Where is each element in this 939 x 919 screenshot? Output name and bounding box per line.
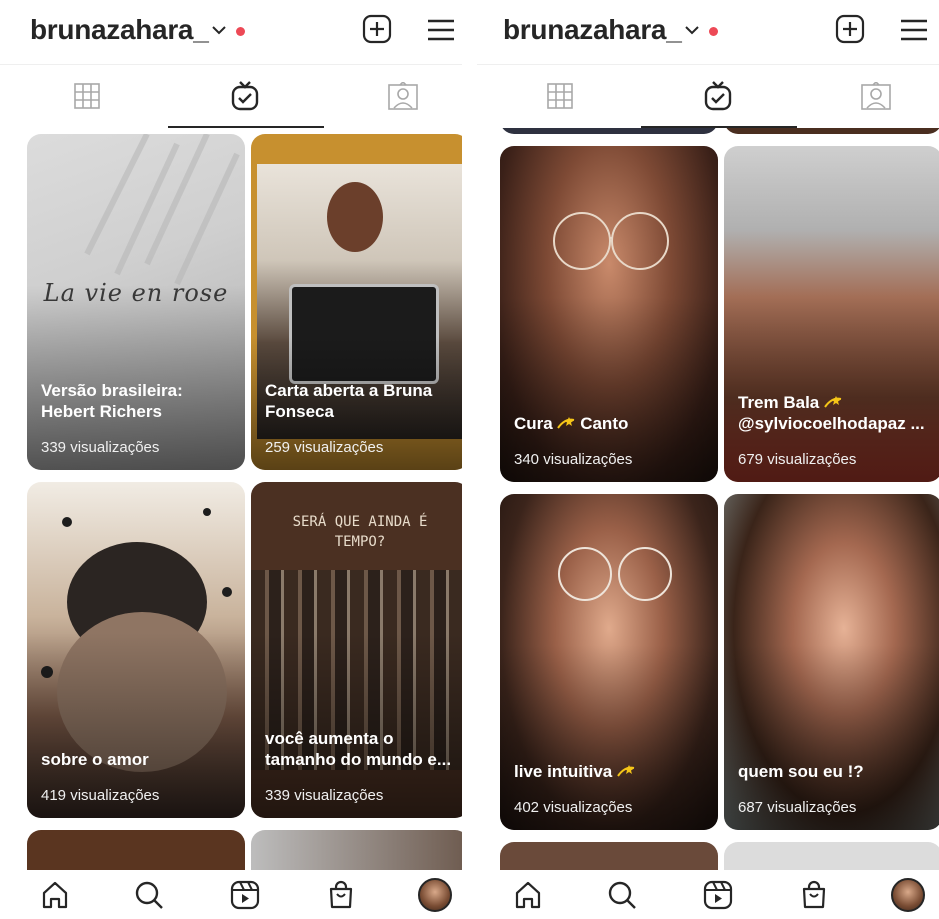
notification-dot (709, 27, 718, 36)
video-title: live intuitiva (514, 761, 708, 782)
chevron-down-icon[interactable] (684, 22, 700, 38)
profile-avatar[interactable] (891, 878, 925, 912)
top-bar: brunazahara_ (477, 0, 939, 62)
video-title: Versão brasileira: Hebert Richers (41, 381, 183, 421)
video-card[interactable] (251, 830, 462, 870)
view-count: 339 visualizações (41, 439, 160, 456)
view-count: 339 visualizações (265, 787, 384, 804)
tab-grid[interactable] (10, 65, 164, 127)
tab-tagged[interactable] (326, 65, 462, 127)
hamburger-menu-icon[interactable] (899, 16, 929, 44)
hamburger-menu-icon[interactable] (426, 16, 456, 44)
tab-grid[interactable] (483, 65, 637, 127)
video-card[interactable]: La vie en rose Versão brasileira: Hebert… (27, 134, 245, 470)
home-icon[interactable] (511, 878, 545, 912)
home-icon[interactable] (38, 878, 72, 912)
reels-icon[interactable] (701, 878, 735, 912)
profile-tabs (0, 64, 462, 128)
igtv-grid: La vie en rose Versão brasileira: Hebert… (0, 128, 462, 870)
video-card[interactable]: Carta aberta a Bruna Fonseca 259 visuali… (251, 134, 462, 470)
bottom-navigation (0, 870, 462, 919)
view-count: 340 visualizações (514, 451, 633, 468)
video-title: quem sou eu !? (738, 762, 864, 781)
video-card[interactable]: quem sou eu !? 687 visualizações (724, 494, 939, 830)
chevron-down-icon[interactable] (211, 22, 227, 38)
video-card[interactable] (724, 128, 939, 134)
video-title: você aumenta o tamanho do mundo e... (265, 729, 452, 769)
view-count: 259 visualizações (265, 439, 384, 456)
profile-avatar[interactable] (418, 878, 452, 912)
shop-bag-icon[interactable] (324, 878, 358, 912)
bottom-navigation (477, 870, 939, 919)
tagged-icon (388, 82, 418, 110)
video-card[interactable] (500, 128, 718, 134)
profile-screen-right: brunazahara_ Cura Canto 340 visualizaçõe… (477, 0, 939, 919)
view-count: 679 visualizações (738, 451, 857, 468)
view-count: 419 visualizações (41, 787, 160, 804)
tab-igtv[interactable] (641, 65, 795, 127)
profile-screen-left: brunazahara_ La vie en rose Versão brasi… (0, 0, 462, 919)
video-card[interactable]: Trem Bala @sylviocoelhodapaz ... 679 vis… (724, 146, 939, 482)
video-card[interactable]: sobre o amor 419 visualizações (27, 482, 245, 818)
plus-square-icon[interactable] (835, 14, 865, 44)
dizzy-emoji-icon (824, 396, 842, 408)
video-title: Trem Bala @sylviocoelhodapaz ... (738, 393, 925, 433)
dizzy-emoji-icon (617, 765, 635, 777)
igtv-icon (704, 81, 732, 111)
video-card[interactable]: Cura Canto 340 visualizações (500, 146, 718, 482)
video-card[interactable]: SERÁ QUE AINDA É TEMPO? você aumenta o t… (251, 482, 462, 818)
video-card[interactable] (724, 842, 939, 870)
video-title: sobre o amor (41, 750, 149, 769)
notification-dot (236, 27, 245, 36)
tagged-icon (861, 82, 891, 110)
video-title: Carta aberta a Bruna Fonseca (265, 381, 433, 421)
video-title: Cura Canto (514, 414, 629, 433)
grid-icon (74, 83, 100, 109)
video-card[interactable] (500, 842, 718, 870)
search-icon[interactable] (605, 878, 639, 912)
profile-tabs (477, 64, 939, 128)
igtv-grid: Cura Canto 340 visualizações Trem Bala @… (477, 128, 939, 870)
head-shape (327, 182, 383, 252)
tab-tagged[interactable] (799, 65, 939, 127)
overlay-text: SERÁ QUE AINDA É TEMPO? (292, 514, 428, 550)
dizzy-emoji-icon (557, 417, 575, 429)
username-title[interactable]: brunazahara_ (503, 14, 682, 46)
search-icon[interactable] (132, 878, 166, 912)
video-card[interactable] (27, 830, 245, 870)
igtv-icon (231, 81, 259, 111)
plus-square-icon[interactable] (362, 14, 392, 44)
tab-igtv[interactable] (168, 65, 322, 127)
top-bar: brunazahara_ (0, 0, 462, 62)
grid-icon (547, 83, 573, 109)
shop-bag-icon[interactable] (797, 878, 831, 912)
view-count: 402 visualizações (514, 799, 633, 816)
view-count: 687 visualizações (738, 799, 857, 816)
username-title[interactable]: brunazahara_ (30, 14, 209, 46)
video-card[interactable]: live intuitiva 402 visualizações (500, 494, 718, 830)
reels-icon[interactable] (228, 878, 262, 912)
